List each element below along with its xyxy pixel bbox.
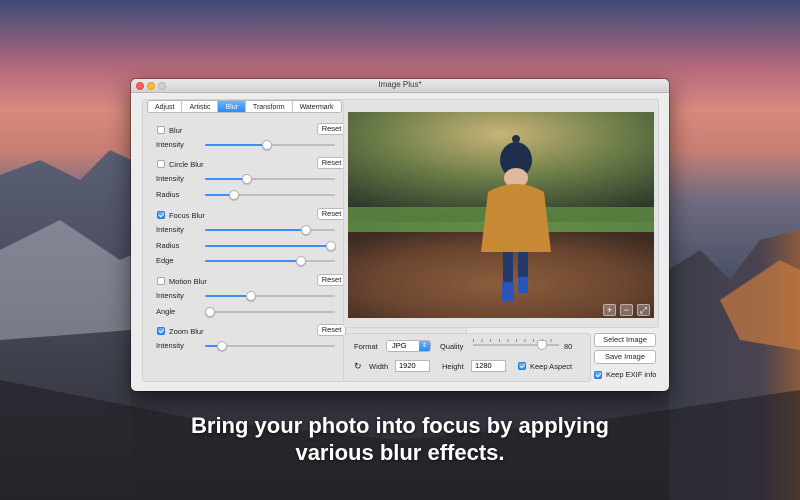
- zoom-blur-reset-button[interactable]: Reset: [317, 324, 346, 336]
- format-value: JPG: [392, 341, 407, 350]
- keep-exif-toggle[interactable]: Keep EXIF info: [594, 370, 656, 379]
- tab-artistic[interactable]: Artistic: [182, 101, 219, 112]
- marketing-caption: Bring your photo into focus by applying …: [0, 412, 800, 466]
- width-input[interactable]: 1920: [395, 360, 430, 372]
- format-label: Format: [354, 342, 378, 351]
- zoom-in-button[interactable]: +: [603, 304, 616, 316]
- blur-label: Blur: [169, 125, 183, 135]
- blur-intensity-label: Intensity: [156, 140, 184, 149]
- caption-line-1: Bring your photo into focus by applying: [191, 413, 609, 438]
- motion-blur-label: Motion Blur: [169, 276, 207, 286]
- preview-panel: + − ⤢: [343, 99, 659, 328]
- caption-line-2: various blur effects.: [295, 440, 505, 465]
- slider-knob[interactable]: [296, 256, 307, 266]
- child-photo: [348, 112, 654, 318]
- focus-blur-intensity-slider[interactable]: [205, 225, 335, 235]
- window-title: Image Plus*: [378, 80, 422, 89]
- preview-image[interactable]: + − ⤢: [348, 112, 654, 318]
- circle-blur-intensity-slider[interactable]: [205, 174, 335, 184]
- circle-blur-toggle[interactable]: Circle Blur: [157, 158, 204, 170]
- chevron-up-down-icon: ⇕: [419, 341, 430, 351]
- motion-blur-toggle[interactable]: Motion Blur: [157, 275, 207, 287]
- save-image-button[interactable]: Save Image: [594, 350, 656, 364]
- zoom-controls: + − ⤢: [603, 304, 650, 316]
- slider-knob[interactable]: [301, 225, 312, 235]
- quality-slider-knob[interactable]: [536, 340, 547, 350]
- circle-blur-intensity-label: Intensity: [156, 174, 184, 183]
- fit-to-window-button[interactable]: ⤢: [637, 304, 650, 316]
- quality-value: 80: [564, 342, 573, 351]
- zoom-blur-label: Zoom Blur: [169, 326, 204, 336]
- blur-intensity-slider[interactable]: [205, 140, 335, 150]
- tab-adjust[interactable]: Adjust: [148, 101, 183, 112]
- motion-blur-angle-slider[interactable]: [205, 307, 335, 317]
- slider-knob[interactable]: [228, 190, 239, 200]
- focus-blur-intensity-label: Intensity: [156, 225, 184, 234]
- keep-aspect-label: Keep Aspect: [530, 361, 573, 371]
- slider-knob[interactable]: [262, 140, 273, 150]
- focus-blur-edge-label: Edge: [156, 256, 174, 265]
- height-input[interactable]: 1280: [471, 360, 506, 372]
- select-image-button[interactable]: Select Image: [594, 333, 656, 347]
- slider-knob[interactable]: [205, 307, 216, 317]
- app-window: Image Plus* Adjust Artistic Blur Transfo…: [131, 79, 669, 391]
- zoom-blur-intensity-slider[interactable]: [205, 341, 335, 351]
- refresh-icon[interactable]: ↻: [354, 361, 362, 372]
- motion-blur-checkbox[interactable]: [157, 277, 165, 285]
- motion-blur-angle-label: Angle: [156, 307, 176, 316]
- quality-label: Quality: [440, 342, 464, 351]
- circle-blur-radius-slider[interactable]: [205, 190, 335, 200]
- focus-blur-checkbox[interactable]: [157, 211, 165, 219]
- circle-blur-label: Circle Blur: [169, 159, 204, 169]
- focus-blur-radius-slider[interactable]: [205, 241, 337, 251]
- height-label: Height: [442, 362, 464, 371]
- focus-blur-toggle[interactable]: Focus Blur: [157, 209, 205, 221]
- focus-blur-reset-button[interactable]: Reset: [317, 208, 346, 220]
- format-select[interactable]: JPG ⇕: [386, 340, 431, 352]
- output-settings-panel: Format JPG ⇕ Quality 80 ↻ Width 1920 Hei…: [343, 333, 591, 382]
- zoom-blur-toggle[interactable]: Zoom Blur: [157, 325, 204, 337]
- width-label: Width: [369, 362, 389, 371]
- focus-blur-label: Focus Blur: [169, 210, 205, 220]
- tab-blur[interactable]: Blur: [218, 101, 246, 112]
- keep-aspect-checkbox[interactable]: [518, 362, 526, 370]
- zoom-out-button[interactable]: −: [620, 304, 633, 316]
- slider-knob[interactable]: [241, 174, 252, 184]
- slider-knob[interactable]: [216, 341, 227, 351]
- circle-blur-reset-button[interactable]: Reset: [317, 157, 346, 169]
- blur-toggle[interactable]: Blur: [157, 124, 182, 136]
- keep-exif-label: Keep EXIF info: [606, 370, 657, 379]
- focus-blur-radius-label: Radius: [156, 241, 180, 250]
- blur-reset-button[interactable]: Reset: [317, 123, 346, 135]
- tab-bar: Adjust Artistic Blur Transform Watermark: [147, 100, 342, 113]
- circle-blur-checkbox[interactable]: [157, 160, 165, 168]
- focus-blur-edge-slider[interactable]: [205, 256, 335, 266]
- blur-checkbox[interactable]: [157, 126, 165, 134]
- motion-blur-reset-button[interactable]: Reset: [317, 274, 346, 286]
- circle-blur-radius-label: Radius: [156, 190, 180, 199]
- title-bar: Image Plus*: [131, 79, 669, 93]
- zoom-blur-checkbox[interactable]: [157, 327, 165, 335]
- keep-aspect-toggle[interactable]: Keep Aspect: [518, 360, 572, 372]
- motion-blur-intensity-slider[interactable]: [205, 291, 335, 301]
- slider-knob[interactable]: [245, 291, 256, 301]
- zoom-blur-intensity-label: Intensity: [156, 341, 184, 350]
- keep-exif-checkbox[interactable]: [594, 370, 602, 379]
- tab-transform[interactable]: Transform: [246, 101, 293, 112]
- motion-blur-intensity-label: Intensity: [156, 291, 184, 300]
- tab-watermark[interactable]: Watermark: [293, 101, 341, 112]
- quality-slider[interactable]: [473, 339, 559, 351]
- slider-knob[interactable]: [326, 241, 337, 251]
